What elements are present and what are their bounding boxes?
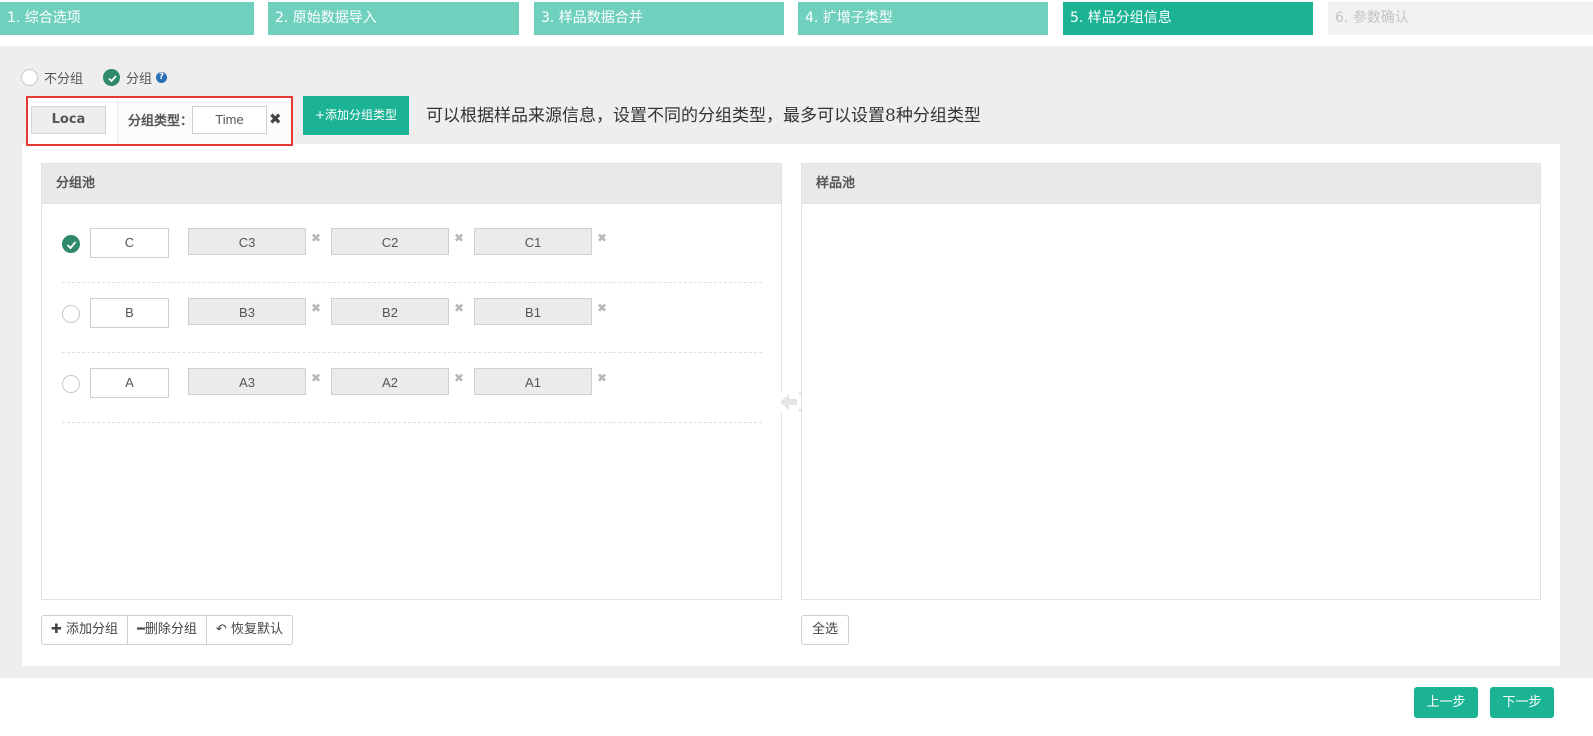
step-2-label: 2. 原始数据导入	[275, 10, 377, 26]
remove-sample-icon[interactable]: ✖	[597, 371, 607, 385]
step-3-label: 3. 样品数据合并	[541, 10, 643, 26]
check-icon	[66, 241, 77, 250]
undo-icon: ↶	[215, 622, 227, 637]
plus-icon: ✚	[51, 622, 62, 637]
group-actions: ✚ 添加分组 ━删除分组 ↶ 恢复默认	[41, 615, 293, 645]
remove-sample-icon[interactable]: ✖	[454, 301, 464, 315]
step-4[interactable]: 4. 扩增子类型	[798, 2, 1048, 35]
step-1[interactable]: 1. 综合选项	[0, 2, 254, 35]
select-all-button[interactable]: 全选	[801, 615, 849, 645]
delete-group-label: 删除分组	[144, 622, 197, 637]
hint-text: 可以根据样品来源信息，设置不同的分组类型，最多可以设置8种分组类型	[426, 106, 981, 126]
next-step-button[interactable]: 下一步	[1490, 687, 1554, 718]
group-radio[interactable]	[103, 68, 121, 86]
group-name-input[interactable]: A	[90, 368, 169, 398]
restore-default-label: 恢复默认	[230, 622, 283, 637]
group-row: A A3 ✖ A2 ✖ A1 ✖	[62, 353, 762, 423]
add-group-type-button[interactable]: +添加分组类型	[303, 96, 409, 135]
check-icon	[108, 74, 117, 82]
sample-chip[interactable]: A1	[474, 368, 592, 395]
remove-sample-icon[interactable]: ✖	[454, 231, 464, 245]
remove-sample-icon[interactable]: ✖	[311, 371, 321, 385]
minus-icon: ━	[137, 622, 145, 637]
group-pool-title: 分组池	[42, 164, 781, 204]
step-5-label: 5. 样品分组信息	[1070, 10, 1172, 26]
sample-chip[interactable]: C3	[188, 228, 306, 255]
step-bar: 1. 综合选项 2. 原始数据导入 3. 样品数据合并 4. 扩增子类型 5. …	[0, 0, 1593, 36]
no-group-label: 不分组	[44, 71, 84, 87]
group-name-input[interactable]: C	[90, 228, 169, 258]
remove-sample-icon[interactable]: ✖	[597, 231, 607, 245]
sample-chip[interactable]: B3	[188, 298, 306, 325]
question-circle-icon[interactable]: ?	[156, 71, 168, 83]
group-select-radio[interactable]	[62, 375, 80, 393]
add-group-button[interactable]: ✚ 添加分组	[42, 616, 129, 644]
no-group-radio[interactable]	[21, 68, 38, 86]
group-row: B B3 ✖ B2 ✖ B1 ✖	[62, 283, 762, 353]
step-3[interactable]: 3. 样品数据合并	[534, 2, 784, 35]
step-6-label: 6. 参数确认	[1335, 10, 1409, 26]
group-select-radio[interactable]	[62, 305, 80, 323]
sample-chip[interactable]: B2	[331, 298, 449, 325]
prev-step-button[interactable]: 上一步	[1414, 687, 1478, 718]
remove-sample-icon[interactable]: ✖	[311, 231, 321, 245]
delete-group-button[interactable]: ━删除分组	[128, 616, 207, 644]
group-pool-panel: 分组池 C C3 ✖ C2 ✖ C1 ✖ B B3 ✖ B2 ✖ B1 ✖ A …	[41, 163, 782, 600]
group-name-input[interactable]: B	[90, 298, 169, 328]
remove-sample-icon[interactable]: ✖	[454, 371, 464, 385]
sample-chip[interactable]: C2	[331, 228, 449, 255]
grouping-mode: 不分组 分组 ?	[21, 68, 168, 87]
group-row: C C3 ✖ C2 ✖ C1 ✖	[62, 213, 762, 283]
add-group-label: 添加分组	[66, 622, 119, 637]
sample-chip[interactable]: B1	[474, 298, 592, 325]
step-6: 6. 参数确认	[1328, 2, 1593, 35]
sample-pool-title: 样品池	[802, 164, 1540, 204]
group-label: 分组	[126, 71, 153, 87]
remove-sample-icon[interactable]: ✖	[311, 301, 321, 315]
step-5[interactable]: 5. 样品分组信息	[1063, 2, 1313, 35]
group-select-radio[interactable]	[62, 235, 80, 253]
step-2[interactable]: 2. 原始数据导入	[268, 2, 519, 35]
sample-chip[interactable]: A2	[331, 368, 449, 395]
sample-pool-panel: 样品池	[801, 163, 1541, 600]
remove-sample-icon[interactable]: ✖	[597, 301, 607, 315]
sample-chip[interactable]: C1	[474, 228, 592, 255]
step-1-label: 1. 综合选项	[7, 10, 81, 26]
restore-default-button[interactable]: ↶ 恢复默认	[207, 616, 292, 644]
step-4-label: 4. 扩增子类型	[805, 10, 893, 26]
sample-chip[interactable]: A3	[188, 368, 306, 395]
highlight-box	[26, 96, 293, 146]
